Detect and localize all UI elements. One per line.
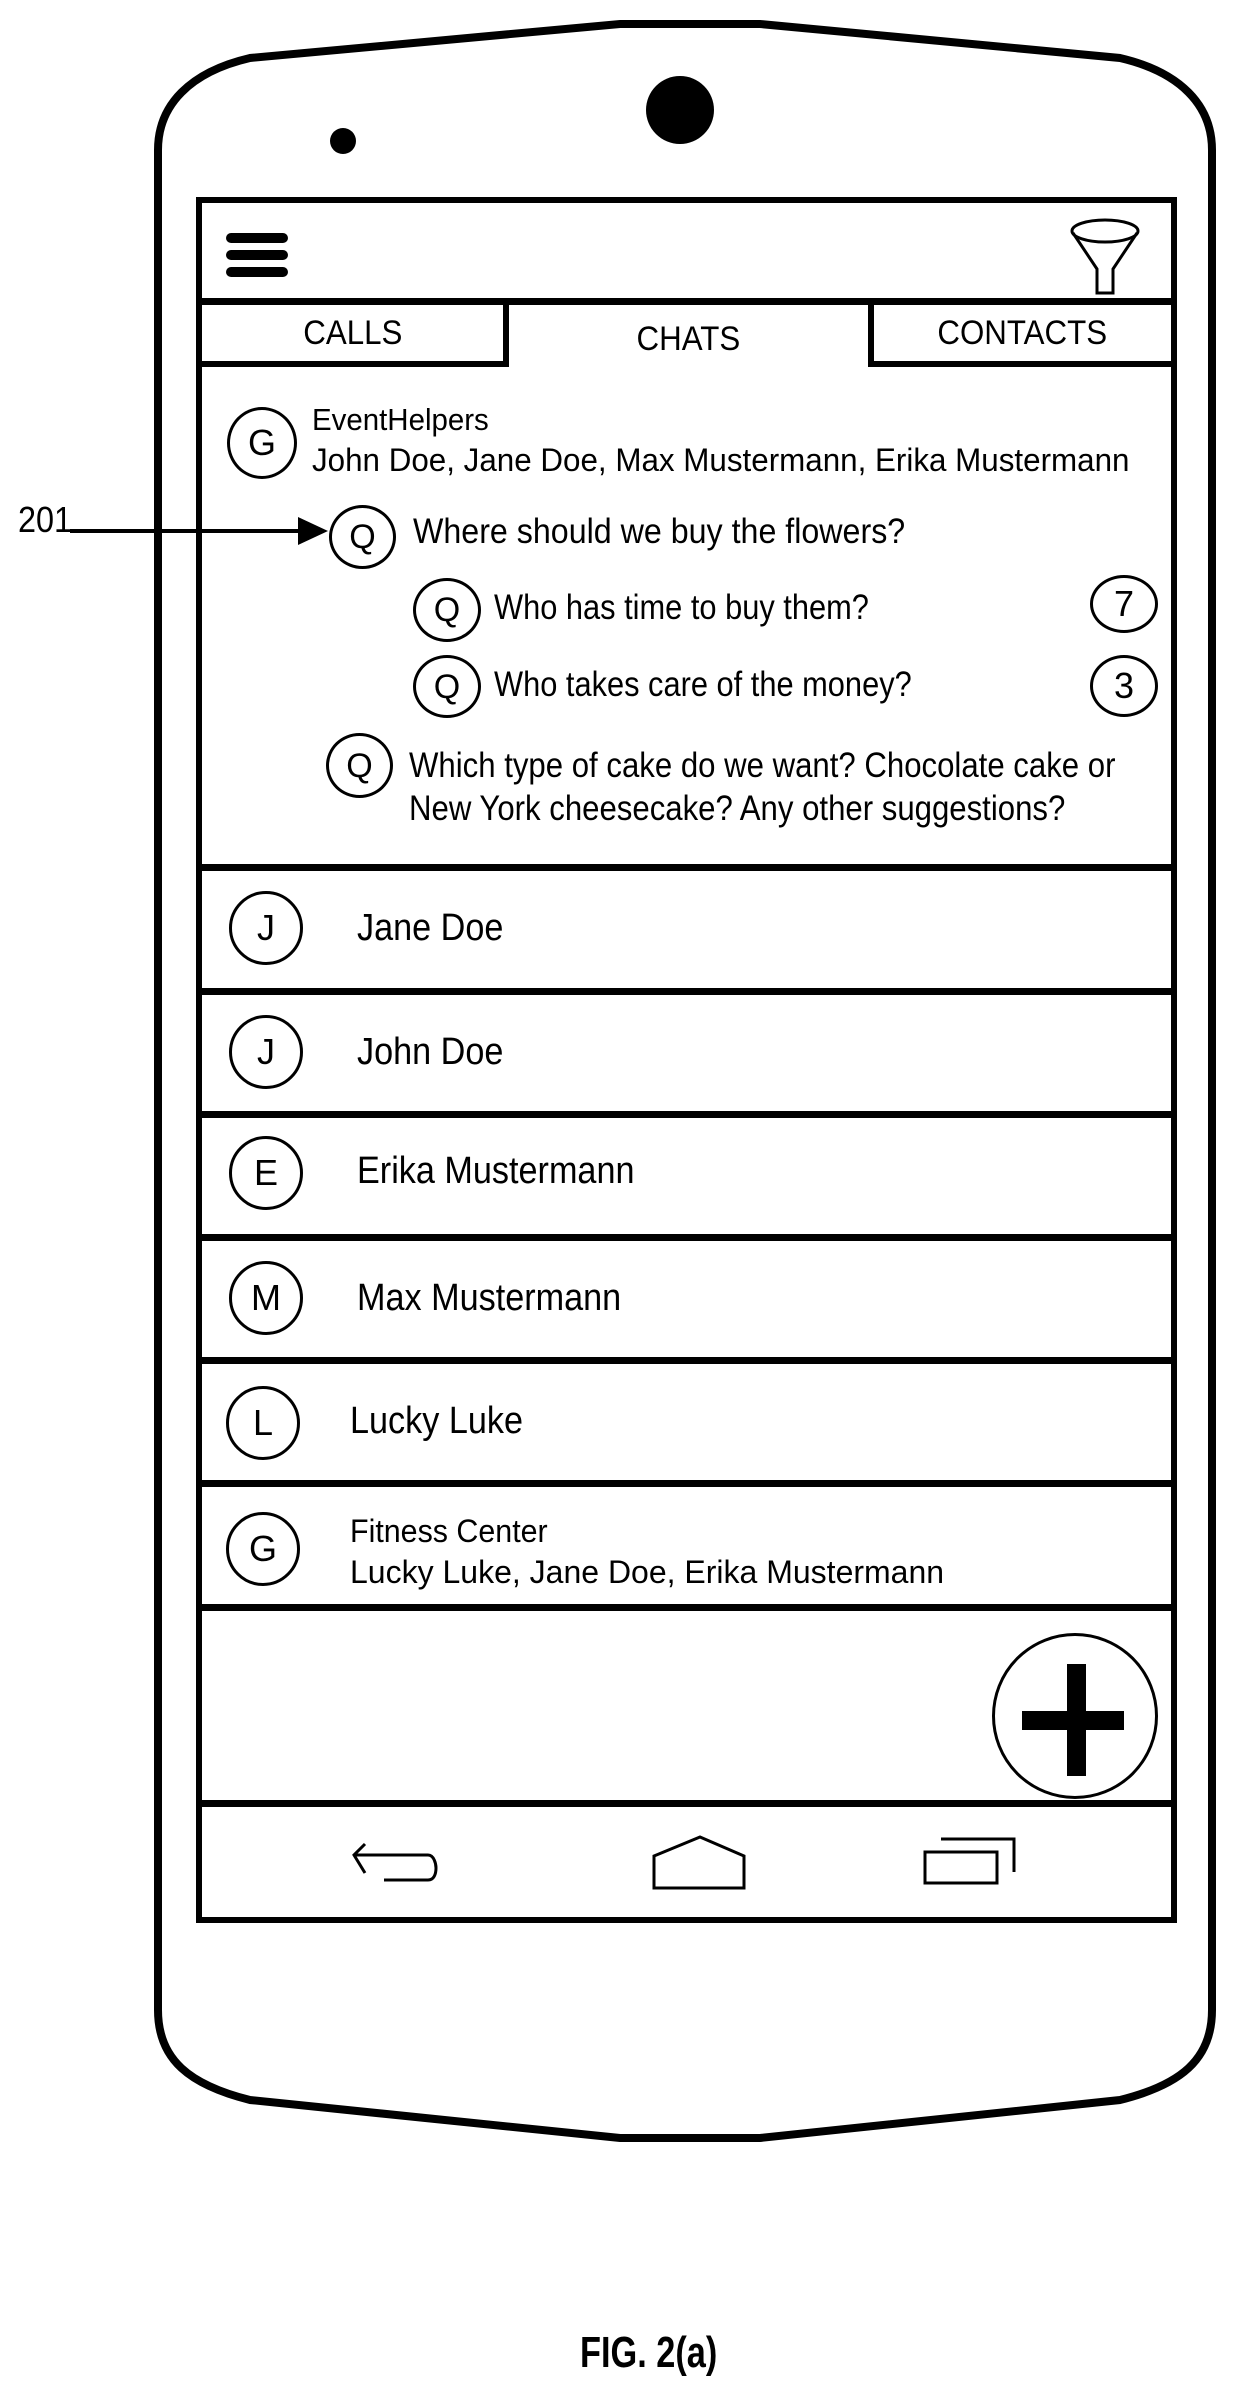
unread-count-badge: 3 — [1090, 655, 1158, 717]
question-icon-letter: Q — [433, 591, 461, 629]
chat-list-item[interactable]: L Lucky Luke — [202, 1364, 1171, 1487]
avatar: L — [226, 1386, 300, 1460]
figure-caption: FIG. 2(a) — [580, 2328, 718, 2377]
question-icon: Q — [413, 578, 481, 642]
unread-count-badge: 7 — [1090, 575, 1158, 633]
sub-question-text: Who takes care of the money? — [494, 665, 912, 704]
question-icon-letter: Q — [433, 667, 461, 706]
question-icon-letter: Q — [346, 746, 373, 785]
new-chat-fab[interactable] — [992, 1633, 1158, 1799]
chat-name: Lucky Luke — [350, 1400, 524, 1442]
chat-list-item[interactable]: E Erika Mustermann — [202, 1118, 1171, 1241]
avatar-letter: J — [257, 1031, 275, 1072]
tab-contacts-label: CONTACTS — [937, 313, 1108, 352]
avatar: J — [229, 891, 303, 965]
avatar: G — [226, 1512, 300, 1586]
tab-contacts[interactable]: CONTACTS — [868, 305, 1171, 367]
chat-members: Lucky Luke, Jane Doe, Erika Mustermann — [350, 1554, 945, 1590]
avatar-letter: L — [252, 1402, 274, 1443]
annotation-arrowhead — [298, 517, 328, 545]
question-text-line-1: Which type of cake do we want? Chocolate… — [409, 746, 1116, 785]
chat-name: Max Mustermann — [357, 1277, 622, 1319]
tab-chats[interactable]: CHATS — [509, 305, 868, 367]
avatar: J — [229, 1015, 303, 1089]
group-members: John Doe, Jane Doe, Max Mustermann, Erik… — [312, 442, 1130, 478]
avatar-letter: E — [253, 1152, 278, 1193]
chat-list-item[interactable]: J Jane Doe — [202, 871, 1171, 995]
avatar: M — [229, 1261, 303, 1335]
camera-icon — [646, 76, 714, 144]
sub-question-text: Who has time to buy them? — [494, 588, 869, 627]
tab-chats-label: CHATS — [636, 319, 741, 358]
system-navigation-bar — [202, 1800, 1171, 1924]
question-text: Where should we buy the flowers? — [413, 512, 906, 551]
chat-name: Erika Mustermann — [357, 1150, 635, 1192]
question-text-line-2: New York cheesecake? Any other suggestio… — [409, 789, 1066, 828]
question-icon: Q — [326, 733, 393, 798]
annotation-arrow — [70, 517, 328, 545]
recent-apps-icon[interactable] — [922, 1834, 1018, 1890]
avatar-letter: M — [251, 1277, 281, 1318]
chat-list-item[interactable]: J John Doe — [202, 995, 1171, 1118]
plus-icon-bar — [1022, 1711, 1124, 1730]
chat-name: John Doe — [357, 1031, 504, 1073]
question-icon: Q — [413, 655, 481, 718]
home-icon[interactable] — [651, 1834, 751, 1892]
chat-list-item[interactable]: G Fitness Center Lucky Luke, Jane Doe, E… — [202, 1487, 1171, 1611]
chat-name: Fitness Center — [350, 1513, 548, 1549]
unread-count-value: 3 — [1113, 665, 1135, 706]
funnel-filter-icon[interactable] — [1068, 217, 1142, 297]
chat-list-item[interactable]: M Max Mustermann — [202, 1241, 1171, 1364]
avatar-letter: G — [248, 1528, 277, 1569]
avatar: E — [229, 1136, 303, 1210]
chat-name: Jane Doe — [357, 907, 504, 949]
unread-count-value: 7 — [1113, 583, 1135, 624]
back-arrow-icon[interactable] — [350, 1840, 442, 1886]
avatar-letter: J — [257, 907, 275, 948]
